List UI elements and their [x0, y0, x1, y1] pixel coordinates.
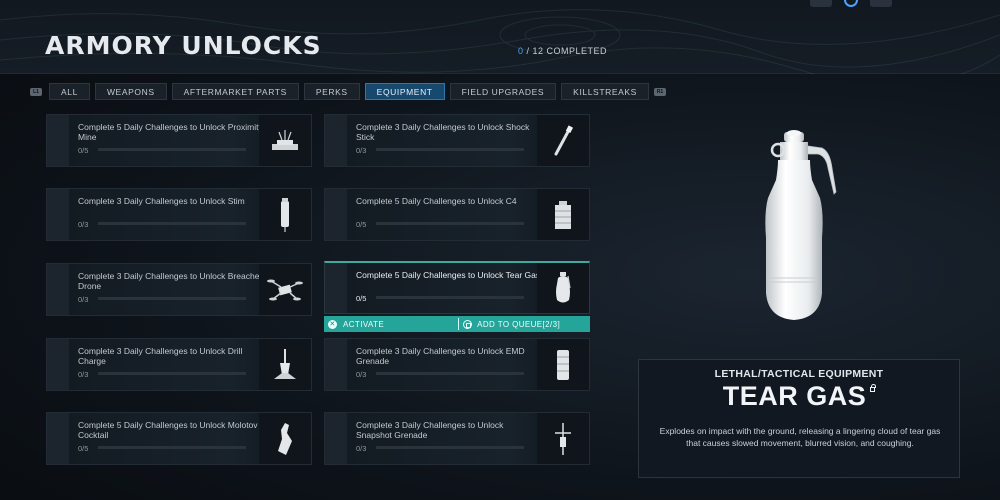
card-progress-bar [98, 148, 246, 151]
left-bumper-icon[interactable]: L1 [30, 87, 42, 96]
card-progress: 0/3 [356, 146, 367, 155]
unlock-card-drill-charge[interactable]: Complete 3 Daily Challenges to Unlock Dr… [46, 338, 312, 391]
item-info-panel: LETHAL/TACTICAL EQUIPMENT TEAR GAS Explo… [638, 359, 960, 478]
cross-button-icon: ✕ [328, 319, 337, 329]
shock-stick-icon [554, 124, 574, 155]
unlock-card-tear-gas[interactable]: Complete 5 Daily Challenges to Unlock Te… [324, 261, 590, 314]
card-progress: 0/5 [78, 146, 89, 155]
card-progress-bar [376, 222, 524, 225]
item-name-row: TEAR GAS [639, 381, 959, 412]
tear-gas-icon [556, 272, 571, 303]
card-title: Complete 5 Daily Challenges to Unlock C4 [356, 196, 517, 206]
card-title: Complete 5 Daily Challenges to Unlock Te… [356, 270, 541, 280]
molotov-icon [278, 422, 292, 455]
snapshot-grenade-icon [555, 422, 571, 455]
top-right-icons [810, 0, 892, 7]
right-bumper-icon[interactable]: R1 [653, 87, 666, 96]
card-progress-bar [98, 297, 246, 300]
tab-perks[interactable]: PERKS [303, 83, 360, 100]
tab-weapons[interactable]: WEAPONS [94, 83, 167, 100]
card-title: Complete 5 Daily Challenges to Unlock Mo… [78, 420, 258, 440]
card-progress: 0/5 [356, 220, 367, 229]
add-to-queue-label: ADD TO QUEUE[2/3] [477, 319, 561, 329]
card-progress-bar [376, 296, 524, 299]
tab-field-upgrades[interactable]: FIELD UPGRADES [449, 83, 557, 100]
square-button-icon [463, 319, 473, 329]
menu-icon[interactable] [810, 0, 832, 7]
drill-charge-icon [274, 348, 296, 379]
card-progress-bar [376, 148, 524, 151]
card-progress-bar [98, 372, 246, 375]
tab-killstreaks[interactable]: KILLSTREAKS [561, 83, 649, 100]
category-tabs: L1 ALL WEAPONS AFTERMARKET PARTS PERKS E… [30, 83, 668, 100]
card-progress: 0/5 [356, 294, 367, 303]
card-progress: 0/3 [78, 370, 89, 379]
card-progress-bar [376, 446, 524, 449]
unlock-card-proximity-mine[interactable]: Complete 5 Daily Challenges to Unlock Pr… [46, 114, 312, 167]
card-title: Complete 3 Daily Challenges to Unlock Sn… [356, 420, 504, 440]
page-title: ARMORY UNLOCKS [45, 31, 322, 60]
completed-total: / 12 COMPLETED [526, 46, 608, 56]
card-title: Complete 5 Daily Challenges to Unlock Pr… [78, 122, 263, 142]
card-progress: 0/5 [78, 444, 89, 453]
proximity-mine-icon [272, 129, 298, 150]
card-progress-bar [98, 446, 246, 449]
tear-gas-preview-image [765, 130, 837, 320]
card-title: Complete 3 Daily Challenges to Unlock St… [78, 196, 245, 206]
item-name: TEAR GAS [722, 381, 867, 411]
card-title: Complete 3 Daily Challenges to Unlock Dr… [78, 346, 243, 366]
unlock-card-stim[interactable]: Complete 3 Daily Challenges to Unlock St… [46, 188, 312, 241]
tab-all[interactable]: ALL [49, 83, 90, 100]
activate-button[interactable]: ✕ ACTIVATE [324, 316, 384, 332]
item-category: LETHAL/TACTICAL EQUIPMENT [714, 368, 884, 380]
card-title: Complete 3 Daily Challenges to Unlock EM… [356, 346, 525, 366]
tab-equipment[interactable]: EQUIPMENT [364, 83, 445, 100]
emd-grenade-icon [557, 349, 569, 380]
breacher-drone-icon [267, 279, 303, 300]
unlock-card-snapshot-grenade[interactable]: Complete 3 Daily Challenges to Unlock Sn… [324, 412, 590, 465]
completed-count: 0 [518, 46, 524, 56]
unlock-card-c4[interactable]: Complete 5 Daily Challenges to Unlock C4… [324, 188, 590, 241]
settings-icon[interactable] [870, 0, 892, 7]
card-progress: 0/3 [356, 370, 367, 379]
card-progress: 0/3 [78, 295, 89, 304]
selected-item-actions: ✕ ACTIVATE ADD TO QUEUE[2/3] [324, 316, 590, 332]
card-progress: 0/3 [356, 444, 367, 453]
completed-counter: 0 / 12 COMPLETED [518, 46, 607, 56]
unlock-card-emd-grenade[interactable]: Complete 3 Daily Challenges to Unlock EM… [324, 338, 590, 391]
stim-icon [281, 197, 289, 232]
item-description: Explodes on impact with the ground, rele… [659, 426, 941, 448]
lock-icon [870, 384, 877, 392]
card-progress-bar [98, 222, 246, 225]
c4-icon [555, 200, 571, 229]
tab-aftermarket-parts[interactable]: AFTERMARKET PARTS [171, 83, 299, 100]
profile-ring-icon[interactable] [844, 0, 858, 7]
card-progress-bar [376, 372, 524, 375]
add-to-queue-button[interactable]: ADD TO QUEUE[2/3] [459, 316, 560, 332]
unlock-card-breacher-drone[interactable]: Complete 3 Daily Challenges to Unlock Br… [46, 263, 312, 316]
card-title: Complete 3 Daily Challenges to Unlock Sh… [356, 122, 530, 142]
unlock-card-shock-stick[interactable]: Complete 3 Daily Challenges to Unlock Sh… [324, 114, 590, 167]
unlock-card-molotov-cocktail[interactable]: Complete 5 Daily Challenges to Unlock Mo… [46, 412, 312, 465]
card-progress: 0/3 [78, 220, 89, 229]
activate-label: ACTIVATE [343, 319, 385, 329]
card-title: Complete 3 Daily Challenges to Unlock Br… [78, 271, 263, 291]
